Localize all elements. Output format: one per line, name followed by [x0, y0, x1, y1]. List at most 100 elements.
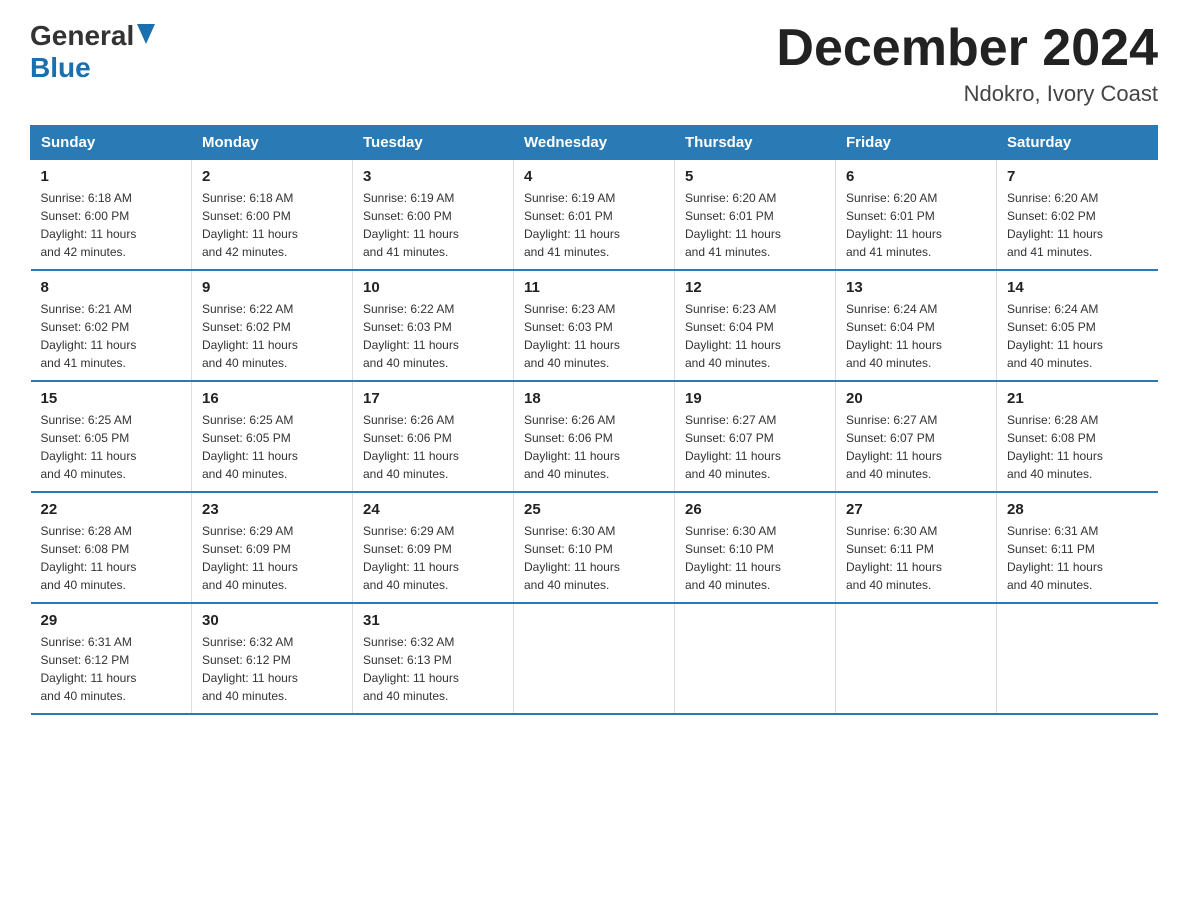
calendar-cell: 10 Sunrise: 6:22 AMSunset: 6:03 PMDaylig… [353, 270, 514, 381]
day-info: Sunrise: 6:31 AMSunset: 6:12 PMDaylight:… [41, 633, 182, 705]
week-row-3: 15 Sunrise: 6:25 AMSunset: 6:05 PMDaylig… [31, 381, 1158, 492]
calendar-cell: 24 Sunrise: 6:29 AMSunset: 6:09 PMDaylig… [353, 492, 514, 603]
calendar-cell: 19 Sunrise: 6:27 AMSunset: 6:07 PMDaylig… [675, 381, 836, 492]
day-info: Sunrise: 6:20 AMSunset: 6:01 PMDaylight:… [846, 189, 986, 261]
col-header-sunday: Sunday [31, 126, 192, 160]
day-info: Sunrise: 6:20 AMSunset: 6:02 PMDaylight:… [1007, 189, 1148, 261]
week-row-1: 1 Sunrise: 6:18 AMSunset: 6:00 PMDayligh… [31, 160, 1158, 271]
day-info: Sunrise: 6:23 AMSunset: 6:03 PMDaylight:… [524, 300, 664, 372]
day-number: 26 [685, 501, 825, 518]
day-number: 6 [846, 168, 986, 185]
day-info: Sunrise: 6:28 AMSunset: 6:08 PMDaylight:… [1007, 411, 1148, 483]
day-number: 15 [41, 390, 182, 407]
calendar-cell: 17 Sunrise: 6:26 AMSunset: 6:06 PMDaylig… [353, 381, 514, 492]
col-header-wednesday: Wednesday [514, 126, 675, 160]
logo-blue: Blue [30, 52, 91, 83]
day-info: Sunrise: 6:21 AMSunset: 6:02 PMDaylight:… [41, 300, 182, 372]
calendar-cell: 6 Sunrise: 6:20 AMSunset: 6:01 PMDayligh… [836, 160, 997, 271]
calendar-cell: 1 Sunrise: 6:18 AMSunset: 6:00 PMDayligh… [31, 160, 192, 271]
calendar-cell [514, 603, 675, 714]
calendar-cell: 3 Sunrise: 6:19 AMSunset: 6:00 PMDayligh… [353, 160, 514, 271]
day-number: 23 [202, 501, 342, 518]
day-info: Sunrise: 6:26 AMSunset: 6:06 PMDaylight:… [363, 411, 503, 483]
day-info: Sunrise: 6:22 AMSunset: 6:02 PMDaylight:… [202, 300, 342, 372]
day-number: 28 [1007, 501, 1148, 518]
title-block: December 2024 Ndokro, Ivory Coast [776, 20, 1158, 107]
day-info: Sunrise: 6:32 AMSunset: 6:12 PMDaylight:… [202, 633, 342, 705]
day-number: 24 [363, 501, 503, 518]
day-number: 5 [685, 168, 825, 185]
day-info: Sunrise: 6:29 AMSunset: 6:09 PMDaylight:… [202, 522, 342, 594]
calendar-cell [997, 603, 1158, 714]
day-info: Sunrise: 6:26 AMSunset: 6:06 PMDaylight:… [524, 411, 664, 483]
calendar-cell: 18 Sunrise: 6:26 AMSunset: 6:06 PMDaylig… [514, 381, 675, 492]
day-info: Sunrise: 6:19 AMSunset: 6:01 PMDaylight:… [524, 189, 664, 261]
logo-general: General [30, 20, 134, 52]
calendar-cell: 2 Sunrise: 6:18 AMSunset: 6:00 PMDayligh… [192, 160, 353, 271]
day-info: Sunrise: 6:30 AMSunset: 6:10 PMDaylight:… [685, 522, 825, 594]
day-number: 13 [846, 279, 986, 296]
day-info: Sunrise: 6:24 AMSunset: 6:05 PMDaylight:… [1007, 300, 1148, 372]
calendar-cell [836, 603, 997, 714]
day-info: Sunrise: 6:22 AMSunset: 6:03 PMDaylight:… [363, 300, 503, 372]
calendar-cell: 14 Sunrise: 6:24 AMSunset: 6:05 PMDaylig… [997, 270, 1158, 381]
day-info: Sunrise: 6:25 AMSunset: 6:05 PMDaylight:… [202, 411, 342, 483]
day-info: Sunrise: 6:18 AMSunset: 6:00 PMDaylight:… [41, 189, 182, 261]
calendar-cell: 26 Sunrise: 6:30 AMSunset: 6:10 PMDaylig… [675, 492, 836, 603]
day-info: Sunrise: 6:27 AMSunset: 6:07 PMDaylight:… [685, 411, 825, 483]
col-header-monday: Monday [192, 126, 353, 160]
calendar-cell: 25 Sunrise: 6:30 AMSunset: 6:10 PMDaylig… [514, 492, 675, 603]
day-number: 25 [524, 501, 664, 518]
day-number: 10 [363, 279, 503, 296]
day-info: Sunrise: 6:30 AMSunset: 6:11 PMDaylight:… [846, 522, 986, 594]
day-number: 30 [202, 612, 342, 629]
day-number: 27 [846, 501, 986, 518]
day-info: Sunrise: 6:27 AMSunset: 6:07 PMDaylight:… [846, 411, 986, 483]
week-row-5: 29 Sunrise: 6:31 AMSunset: 6:12 PMDaylig… [31, 603, 1158, 714]
day-number: 14 [1007, 279, 1148, 296]
day-info: Sunrise: 6:30 AMSunset: 6:10 PMDaylight:… [524, 522, 664, 594]
calendar-cell: 7 Sunrise: 6:20 AMSunset: 6:02 PMDayligh… [997, 160, 1158, 271]
calendar-cell: 5 Sunrise: 6:20 AMSunset: 6:01 PMDayligh… [675, 160, 836, 271]
calendar-cell: 29 Sunrise: 6:31 AMSunset: 6:12 PMDaylig… [31, 603, 192, 714]
calendar-cell: 28 Sunrise: 6:31 AMSunset: 6:11 PMDaylig… [997, 492, 1158, 603]
week-row-2: 8 Sunrise: 6:21 AMSunset: 6:02 PMDayligh… [31, 270, 1158, 381]
calendar-cell: 20 Sunrise: 6:27 AMSunset: 6:07 PMDaylig… [836, 381, 997, 492]
calendar-cell: 11 Sunrise: 6:23 AMSunset: 6:03 PMDaylig… [514, 270, 675, 381]
day-number: 2 [202, 168, 342, 185]
day-number: 19 [685, 390, 825, 407]
calendar-cell: 15 Sunrise: 6:25 AMSunset: 6:05 PMDaylig… [31, 381, 192, 492]
day-number: 4 [524, 168, 664, 185]
calendar-cell [675, 603, 836, 714]
calendar-cell: 30 Sunrise: 6:32 AMSunset: 6:12 PMDaylig… [192, 603, 353, 714]
day-number: 29 [41, 612, 182, 629]
day-info: Sunrise: 6:24 AMSunset: 6:04 PMDaylight:… [846, 300, 986, 372]
col-header-thursday: Thursday [675, 126, 836, 160]
day-number: 1 [41, 168, 182, 185]
day-info: Sunrise: 6:18 AMSunset: 6:00 PMDaylight:… [202, 189, 342, 261]
day-number: 11 [524, 279, 664, 296]
col-header-saturday: Saturday [997, 126, 1158, 160]
day-number: 7 [1007, 168, 1148, 185]
calendar-cell: 23 Sunrise: 6:29 AMSunset: 6:09 PMDaylig… [192, 492, 353, 603]
calendar-cell: 31 Sunrise: 6:32 AMSunset: 6:13 PMDaylig… [353, 603, 514, 714]
day-info: Sunrise: 6:32 AMSunset: 6:13 PMDaylight:… [363, 633, 503, 705]
day-number: 18 [524, 390, 664, 407]
logo-arrow-icon [137, 24, 155, 49]
calendar-table: SundayMondayTuesdayWednesdayThursdayFrid… [30, 125, 1158, 715]
day-number: 21 [1007, 390, 1148, 407]
day-info: Sunrise: 6:28 AMSunset: 6:08 PMDaylight:… [41, 522, 182, 594]
day-info: Sunrise: 6:31 AMSunset: 6:11 PMDaylight:… [1007, 522, 1148, 594]
day-number: 3 [363, 168, 503, 185]
calendar-cell: 22 Sunrise: 6:28 AMSunset: 6:08 PMDaylig… [31, 492, 192, 603]
week-row-4: 22 Sunrise: 6:28 AMSunset: 6:08 PMDaylig… [31, 492, 1158, 603]
day-info: Sunrise: 6:23 AMSunset: 6:04 PMDaylight:… [685, 300, 825, 372]
calendar-cell: 27 Sunrise: 6:30 AMSunset: 6:11 PMDaylig… [836, 492, 997, 603]
page-header: General Blue December 2024 Ndokro, Ivory… [30, 20, 1158, 107]
calendar-cell: 8 Sunrise: 6:21 AMSunset: 6:02 PMDayligh… [31, 270, 192, 381]
day-number: 12 [685, 279, 825, 296]
calendar-cell: 9 Sunrise: 6:22 AMSunset: 6:02 PMDayligh… [192, 270, 353, 381]
day-info: Sunrise: 6:20 AMSunset: 6:01 PMDaylight:… [685, 189, 825, 261]
calendar-cell: 12 Sunrise: 6:23 AMSunset: 6:04 PMDaylig… [675, 270, 836, 381]
month-year-title: December 2024 [776, 20, 1158, 77]
